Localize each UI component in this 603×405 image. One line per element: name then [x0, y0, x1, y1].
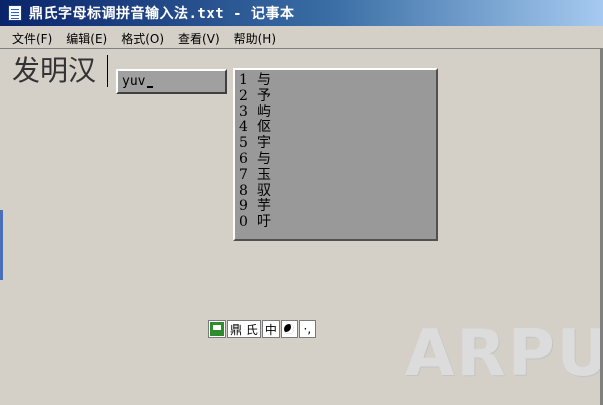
candidate-char: 芋 [257, 198, 271, 215]
window-title: 鼎氏字母标调拼音输入法.txt - 记事本 [29, 6, 295, 22]
menu-file[interactable]: 文件(F) [12, 30, 52, 47]
menu-format[interactable]: 格式(O) [121, 30, 164, 47]
candidate-item[interactable]: 9芋 [239, 199, 271, 215]
menu-help[interactable]: 帮助(H) [234, 30, 276, 47]
menu-bar: 文件(F) 编辑(E) 格式(O) 查看(V) 帮助(H) [0, 28, 603, 49]
editor-text: 发明汉 [12, 54, 97, 87]
ime-composition-text: yuv [122, 74, 146, 89]
candidate-char: 与 [257, 150, 271, 167]
candidate-number: 9 [239, 198, 248, 215]
candidate-item[interactable]: 2予 [239, 87, 271, 105]
candidate-number: 1 [239, 72, 248, 88]
candidate-char: 与 [257, 72, 271, 88]
candidate-number: 4 [239, 119, 248, 136]
candidate-number: 2 [239, 87, 248, 104]
text-editor-area[interactable]: 发明汉 yuv 1与 2予 3屿 4伛 5宇 6与 7玉 8驭 9芋 0吁 鼎 … [0, 49, 603, 405]
candidate-item[interactable]: 7玉 [239, 166, 271, 184]
candidate-item[interactable]: 8驭 [239, 182, 271, 200]
ime-status-bar: 鼎 氏 中 ·, [208, 319, 317, 339]
candidate-char: 吁 [257, 214, 271, 231]
notepad-window: 鼎氏字母标调拼音输入法.txt - 记事本 文件(F) 编辑(E) 格式(O) … [0, 0, 603, 405]
ime-composition-window: yuv [116, 69, 227, 94]
candidate-number: 7 [239, 166, 248, 183]
candidate-item[interactable]: 3屿 [239, 103, 271, 121]
watermark-logo: ARPUN [405, 317, 603, 391]
candidate-number: 6 [239, 150, 248, 167]
candidate-item[interactable]: 6与 [239, 150, 271, 168]
ime-candidate-window: 1与 2予 3屿 4伛 5宇 6与 7玉 8驭 9芋 0吁 [233, 68, 438, 241]
ime-mode-toggle[interactable]: 中 [261, 320, 280, 338]
candidate-number: 0 [239, 214, 248, 231]
candidate-char: 玉 [257, 166, 271, 183]
candidate-item[interactable]: 1与 [239, 72, 271, 89]
candidate-char: 屿 [257, 103, 271, 120]
menu-edit[interactable]: 编辑(E) [66, 30, 107, 47]
candidate-list: 1与 2予 3屿 4伛 5宇 6与 7玉 8驭 9芋 0吁 [239, 72, 271, 231]
candidate-item[interactable]: 0吁 [239, 214, 271, 231]
candidate-char: 宇 [257, 135, 271, 152]
candidate-number: 5 [239, 135, 248, 152]
half-width-moon-icon [284, 324, 295, 334]
candidate-item[interactable]: 4伛 [239, 120, 271, 136]
candidate-char: 伛 [257, 119, 271, 136]
text-caret [107, 55, 108, 87]
composition-caret [147, 86, 153, 88]
candidate-number: 8 [239, 182, 248, 199]
notepad-icon [8, 5, 22, 21]
ime-name-button[interactable]: 鼎 氏 [227, 320, 261, 338]
ime-logo-icon[interactable] [208, 320, 226, 338]
window-left-edge [0, 210, 3, 280]
candidate-char: 驭 [257, 182, 271, 199]
title-bar[interactable]: 鼎氏字母标调拼音输入法.txt - 记事本 [0, 0, 603, 26]
candidate-item[interactable]: 5宇 [239, 135, 271, 152]
menu-view[interactable]: 查看(V) [178, 30, 220, 47]
candidate-char: 予 [257, 87, 271, 104]
ime-logo-shape [210, 322, 224, 336]
candidate-number: 3 [239, 103, 248, 120]
punctuation-toggle[interactable]: ·, [298, 320, 316, 338]
moon-icon[interactable] [280, 320, 298, 338]
